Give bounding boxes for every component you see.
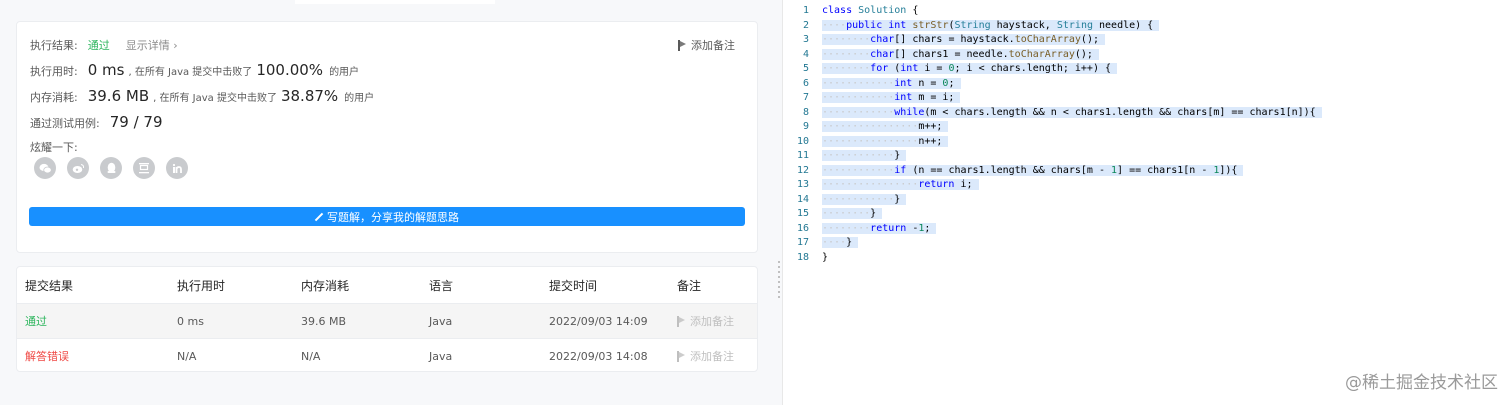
add-note-label: 添加备注 <box>691 39 735 52</box>
row-add-note-button[interactable]: 添加备注 <box>677 339 734 371</box>
row-add-note-label: 添加备注 <box>690 350 734 363</box>
memory-text: , 在所有 Java 提交中击败了 <box>153 93 277 104</box>
qq-icon[interactable] <box>100 157 122 179</box>
code-line: 7 ············int m = i; <box>802 92 961 103</box>
code-line: 17 ····} <box>796 237 859 248</box>
header-language: 语言 <box>429 278 454 293</box>
code-line: 10 ················n++; <box>796 135 949 147</box>
memory-row: 内存消耗: 39.6 MB , 在所有 Java 提交中击败了 38.87% 的… <box>30 87 378 105</box>
row-language: Java <box>429 314 453 328</box>
show-details-link[interactable]: 显示详情 › <box>126 37 178 53</box>
runtime-row: 执行用时: 0 ms , 在所有 Java 提交中击败了 100.00% 的用户 <box>30 61 363 79</box>
table-header: 提交结果 执行用时 内存消耗 语言 提交时间 备注 <box>17 267 757 303</box>
code-line: 14 ············} <box>796 193 907 205</box>
code-line: 18} <box>796 251 829 263</box>
row-language: Java <box>429 349 453 363</box>
row-status[interactable]: 通过 <box>25 304 47 338</box>
runtime-label: 执行用时: <box>30 65 78 78</box>
add-note-button[interactable]: 添加备注 <box>678 37 735 53</box>
flag-icon <box>678 39 687 51</box>
tests-row: 通过测试用例: 79 / 79 <box>30 113 166 131</box>
status-value: 通过 <box>87 39 110 52</box>
flag-icon <box>677 350 686 362</box>
row-runtime: 0 ms <box>177 314 204 328</box>
status-label: 执行结果: <box>30 39 78 52</box>
active-tab-indicator <box>295 0 495 4</box>
write-solution-label: 写题解，分享我的解题思路 <box>327 211 459 224</box>
runtime-percent: 100.00% <box>256 61 324 79</box>
row-add-note-label: 添加备注 <box>690 315 734 328</box>
wechat-icon[interactable] <box>34 157 56 179</box>
code-line: 1 class Solution { <box>802 5 919 16</box>
tests-value: 79 / 79 <box>109 113 163 131</box>
flag-icon <box>677 315 686 327</box>
header-memory: 内存消耗 <box>301 278 350 293</box>
runtime-text: , 在所有 Java 提交中击败了 <box>128 67 253 78</box>
header-time: 提交时间 <box>549 278 598 293</box>
row-memory: N/A <box>301 349 321 363</box>
code-line: 12 ············if (n == chars1.length && … <box>796 164 1244 176</box>
watermark: @稀土掘金技术社区 <box>1345 373 1498 393</box>
row-status[interactable]: 解答错误 <box>25 339 69 371</box>
memory-value: 39.6 MB <box>87 87 150 105</box>
row-add-note-button[interactable]: 添加备注 <box>677 304 734 338</box>
douban-icon[interactable] <box>133 157 155 179</box>
header-status: 提交结果 <box>25 278 74 293</box>
memory-label: 内存消耗: <box>30 91 78 104</box>
table-row[interactable]: 通过 0 ms 39.6 MB Java 2022/09/03 14:09 添加… <box>17 303 757 338</box>
runtime-value: 0 ms <box>87 61 125 79</box>
code-line: 15 ········} <box>796 208 883 219</box>
share-row: 炫耀一下: <box>30 139 88 155</box>
memory-users: 的用户 <box>344 93 375 104</box>
share-icons <box>34 157 188 179</box>
table-row[interactable]: 解答错误 N/A N/A Java 2022/09/03 14:08 添加备注 <box>17 338 757 371</box>
memory-percent: 38.87% <box>280 87 339 105</box>
code-editor[interactable]: 1 class Solution { 2 ····public int strStr… <box>783 0 1512 405</box>
submissions-table: 提交结果 执行用时 内存消耗 语言 提交时间 备注 通过 0 ms 39.6 M… <box>16 266 758 372</box>
code-line: 16 ········return -1; <box>796 222 937 234</box>
code-line: 5 ········for (int i = 0; i < chars.lengt… <box>802 63 1118 74</box>
tests-label: 通过测试用例: <box>30 117 100 130</box>
weibo-icon[interactable] <box>67 157 89 179</box>
code-line: 8 ············while(m < chars.length && n… <box>802 106 1322 118</box>
code-line: 3 ········char[] chars = haystack.toCharA… <box>802 34 1106 45</box>
code-line: 13 ················return i; <box>796 179 979 190</box>
code-line: 4 ········char[] chars1 = needle.toCharAr… <box>802 48 1099 60</box>
status-row: 执行结果: 通过 显示详情 › <box>30 37 178 53</box>
code-line: 11 ············} <box>796 150 907 161</box>
write-solution-button[interactable]: 写题解，分享我的解题思路 <box>29 207 745 226</box>
code-line: 9 ················m++; <box>802 121 949 132</box>
row-memory: 39.6 MB <box>301 314 347 328</box>
row-time: 2022/09/03 14:08 <box>549 349 648 363</box>
panel-resize-handle[interactable] <box>778 258 780 298</box>
header-runtime: 执行用时 <box>177 278 226 293</box>
row-time: 2022/09/03 14:09 <box>549 314 648 328</box>
row-runtime: N/A <box>177 349 197 363</box>
linkedin-icon[interactable] <box>166 157 188 179</box>
runtime-users: 的用户 <box>329 67 360 78</box>
share-label: 炫耀一下: <box>30 141 78 154</box>
header-note: 备注 <box>677 278 702 293</box>
result-panel: 执行结果: 通过 显示详情 › 添加备注 执行用时: 0 ms , 在所有 Ja… <box>0 0 775 405</box>
code-line: 2 ····public int strStr(String haystack, … <box>802 19 1160 31</box>
result-card: 执行结果: 通过 显示详情 › 添加备注 执行用时: 0 ms , 在所有 Ja… <box>16 21 758 253</box>
pencil-icon <box>315 213 323 221</box>
code-line: 6 ············int n = 0; <box>802 77 961 89</box>
